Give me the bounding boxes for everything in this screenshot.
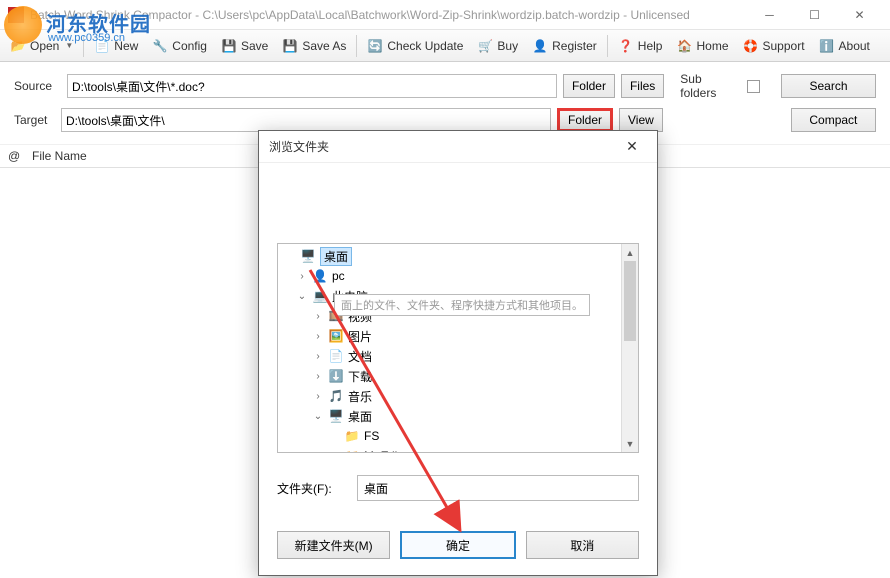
cancel-button[interactable]: 取消: [526, 531, 639, 559]
scroll-down-icon[interactable]: ▼: [622, 435, 638, 452]
tree-item-label: 图片: [348, 328, 372, 345]
tree-item[interactable]: › 🖼️图片: [280, 326, 636, 346]
tree-expander-icon[interactable]: ›: [312, 311, 324, 322]
new-button[interactable]: 📄New: [88, 35, 144, 57]
home-button[interactable]: 🏠Home: [670, 35, 734, 57]
home-icon: 🏠: [676, 38, 692, 54]
target-label: Target: [14, 113, 55, 127]
config-icon: 🔧: [152, 38, 168, 54]
source-label: Source: [14, 79, 61, 93]
register-button[interactable]: 👤Register: [526, 35, 603, 57]
computer-icon: 💻: [312, 288, 328, 304]
tree-item[interactable]: ⌄ 🖥️桌面: [280, 406, 636, 426]
tree-item[interactable]: 🖥️桌面: [280, 246, 636, 266]
source-files-button[interactable]: Files: [621, 74, 664, 98]
desktop-icon: 🖥️: [328, 408, 344, 424]
dialog-title: 浏览文件夹: [269, 138, 617, 155]
column-at[interactable]: @: [8, 149, 32, 163]
documents-icon: 📄: [328, 348, 344, 364]
tree-item[interactable]: › 🎵音乐: [280, 386, 636, 406]
save-button[interactable]: 💾Save: [215, 35, 274, 57]
new-folder-button[interactable]: 新建文件夹(M): [277, 531, 390, 559]
save-as-button[interactable]: 💾Save As: [276, 35, 352, 57]
compact-button[interactable]: Compact: [791, 108, 876, 132]
source-folder-button[interactable]: Folder: [563, 74, 615, 98]
titlebar: Batch Word Shrink Compactor - C:\Users\p…: [0, 0, 890, 30]
register-icon: 👤: [532, 38, 548, 54]
about-icon: ℹ️: [819, 38, 835, 54]
tree-item-label: 文档: [348, 348, 372, 365]
foldername-label: 文件夹(F):: [277, 480, 349, 497]
ok-button[interactable]: 确定: [400, 531, 515, 559]
scroll-up-icon[interactable]: ▲: [622, 244, 638, 261]
folder-tree[interactable]: 🖥️桌面›👤pc⌄💻此电脑›🎞️视频›🖼️图片›📄文档›⬇️下载›🎵音乐⌄🖥️桌…: [277, 243, 639, 453]
config-button[interactable]: 🔧Config: [146, 35, 213, 57]
about-button[interactable]: ℹ️About: [813, 35, 876, 57]
folder-icon: 📁: [344, 428, 360, 444]
tree-item[interactable]: 📁 M..E.lit: [280, 446, 636, 453]
save-icon: 💾: [221, 38, 237, 54]
tree-expander-icon[interactable]: ›: [312, 391, 324, 402]
tree-expander-icon[interactable]: ⌄: [296, 291, 308, 302]
tree-item-label: M..E.lit: [364, 449, 401, 453]
buy-button[interactable]: 🛒Buy: [471, 35, 524, 57]
music-icon: 🎵: [328, 388, 344, 404]
search-button[interactable]: Search: [781, 74, 876, 98]
scroll-thumb[interactable]: [624, 261, 636, 341]
buy-icon: 🛒: [477, 38, 493, 54]
tree-item-label: 桌面: [348, 408, 372, 425]
tree-item-label: 下载: [348, 368, 372, 385]
save-as-icon: 💾: [282, 38, 298, 54]
downloads-icon: ⬇️: [328, 368, 344, 384]
window-title: Batch Word Shrink Compactor - C:\Users\p…: [30, 8, 747, 22]
tree-expander-icon[interactable]: ›: [312, 331, 324, 342]
pictures-icon: 🖼️: [328, 328, 344, 344]
subfolders-label: Sub folders: [680, 72, 737, 100]
dialog-close-button[interactable]: ✕: [617, 132, 647, 162]
open-icon: 📂: [10, 38, 26, 54]
help-button[interactable]: ❓Help: [612, 35, 669, 57]
new-icon: 📄: [94, 38, 110, 54]
tree-item-label: FS: [364, 429, 379, 443]
chevron-down-icon: ▼: [65, 41, 73, 50]
maximize-button[interactable]: ☐: [792, 1, 837, 29]
folder-icon: 📁: [344, 448, 360, 453]
tooltip: 面上的文件、文件夹、程序快捷方式和其他项目。: [334, 294, 590, 316]
check-update-button[interactable]: 🔄Check Update: [361, 35, 469, 57]
update-icon: 🔄: [367, 38, 383, 54]
source-input[interactable]: [67, 74, 557, 98]
tree-item[interactable]: 📁 FS: [280, 426, 636, 446]
support-icon: 🛟: [743, 38, 759, 54]
user-icon: 👤: [312, 268, 328, 284]
app-icon: [8, 7, 24, 23]
tree-expander-icon[interactable]: ›: [296, 271, 308, 282]
tree-item[interactable]: › 👤 pc: [280, 266, 636, 286]
support-button[interactable]: 🛟Support: [737, 35, 811, 57]
target-folder-button[interactable]: Folder: [557, 108, 613, 132]
tree-item-label: 音乐: [348, 388, 372, 405]
toolbar: 📂Open▼ 📄New 🔧Config 💾Save 💾Save As 🔄Chec…: [0, 30, 890, 62]
minimize-button[interactable]: ─: [747, 1, 792, 29]
target-input[interactable]: [61, 108, 551, 132]
close-button[interactable]: ✕: [837, 1, 882, 29]
tree-item-label: 桌面: [320, 247, 352, 266]
tree-scrollbar[interactable]: ▲ ▼: [621, 244, 638, 452]
open-button[interactable]: 📂Open▼: [4, 35, 79, 57]
desktop-icon: 🖥️: [300, 248, 316, 264]
source-row: Source Folder Files Sub folders Search: [0, 68, 890, 104]
tree-expander-icon[interactable]: ⌄: [312, 411, 324, 422]
tree-expander-icon[interactable]: ›: [312, 371, 324, 382]
dialog-titlebar: 浏览文件夹 ✕: [259, 131, 657, 163]
subfolders-checkbox[interactable]: [747, 80, 759, 93]
help-icon: ❓: [618, 38, 634, 54]
target-view-button[interactable]: View: [619, 108, 663, 132]
tree-item[interactable]: › ⬇️下载: [280, 366, 636, 386]
browse-folder-dialog: 浏览文件夹 ✕ 🖥️桌面›👤pc⌄💻此电脑›🎞️视频›🖼️图片›📄文档›⬇️下载…: [258, 130, 658, 576]
tree-item-label: pc: [332, 269, 345, 283]
tree-item[interactable]: › 📄文档: [280, 346, 636, 366]
foldername-input[interactable]: [357, 475, 639, 501]
tree-expander-icon[interactable]: ›: [312, 351, 324, 362]
